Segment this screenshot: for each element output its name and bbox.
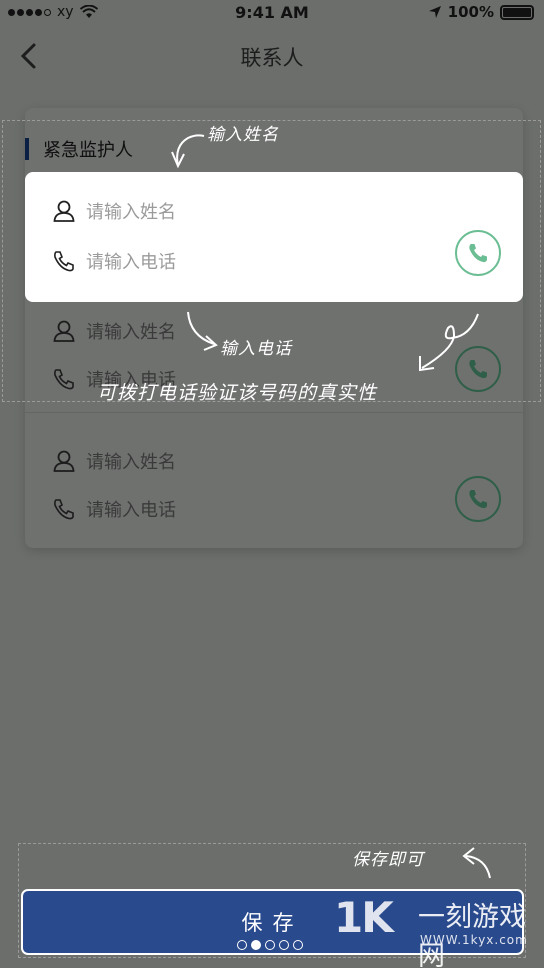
status-right: 100% bbox=[428, 3, 534, 21]
phone-field-3[interactable]: 请输入电话 bbox=[52, 496, 176, 522]
person-icon bbox=[53, 200, 75, 222]
watermark-name: 一刻游戏网 bbox=[418, 902, 526, 968]
save-button-label: 保存 bbox=[241, 911, 304, 935]
phone-call-icon bbox=[469, 490, 487, 509]
page-dot-active bbox=[251, 940, 261, 950]
name-field-2[interactable]: 请输入姓名 bbox=[52, 318, 176, 344]
battery-percent: 100% bbox=[447, 3, 494, 21]
name-input-placeholder: 请输入姓名 bbox=[86, 322, 176, 343]
call-button-1[interactable] bbox=[455, 230, 501, 276]
annotation-phone-hint: 输入电话 bbox=[220, 339, 292, 359]
arrow-down-icon bbox=[187, 311, 218, 351]
contact-row-3: 请输入姓名 请输入电话 bbox=[25, 434, 523, 546]
annotation-call-hint: 可拨打电话验证该号码的真实性 bbox=[97, 382, 378, 404]
name-field-3[interactable]: 请输入姓名 bbox=[52, 448, 176, 474]
curly-arrow-icon bbox=[419, 313, 479, 372]
name-input-placeholder: 请输入姓名 bbox=[86, 202, 176, 223]
watermark-logo: 1K bbox=[334, 893, 394, 942]
watermark-url: WWW.1kyx.com bbox=[420, 933, 528, 947]
phone-call-icon bbox=[469, 244, 487, 263]
phone-field-1[interactable]: 请输入电话 bbox=[52, 248, 176, 274]
annotation-name-hint: 输入姓名 bbox=[207, 125, 279, 145]
battery-icon bbox=[500, 4, 534, 20]
name-input-placeholder: 请输入姓名 bbox=[86, 452, 176, 473]
arrow-curve-icon bbox=[462, 847, 491, 879]
page-dot bbox=[265, 940, 275, 950]
name-field-1[interactable]: 请输入姓名 bbox=[52, 198, 176, 224]
location-icon bbox=[428, 6, 441, 18]
watermark: 1K 一刻游戏网 WWW.1kyx.com bbox=[334, 893, 542, 968]
nav-bar: 联系人 bbox=[0, 26, 544, 86]
page-indicator bbox=[237, 940, 303, 950]
page-dot bbox=[279, 940, 289, 950]
person-icon bbox=[53, 450, 75, 472]
phone-icon bbox=[54, 499, 74, 520]
page-dot bbox=[293, 940, 303, 950]
phone-icon bbox=[54, 369, 74, 390]
status-bar: xy 9:41 AM 100% bbox=[0, 0, 544, 26]
person-icon bbox=[53, 320, 75, 342]
page-title: 联系人 bbox=[240, 46, 304, 70]
arrow-up-icon bbox=[171, 134, 205, 169]
page-dot bbox=[237, 940, 247, 950]
phone-input-placeholder: 请输入电话 bbox=[86, 252, 176, 273]
phone-icon bbox=[54, 251, 74, 272]
phone-input-placeholder: 请输入电话 bbox=[86, 500, 176, 521]
row-divider bbox=[25, 412, 523, 413]
contact-row-1: 请输入姓名 请输入电话 bbox=[25, 172, 523, 302]
annotation-save-hint: 保存即可 bbox=[352, 850, 424, 870]
call-button-3[interactable] bbox=[455, 476, 501, 522]
